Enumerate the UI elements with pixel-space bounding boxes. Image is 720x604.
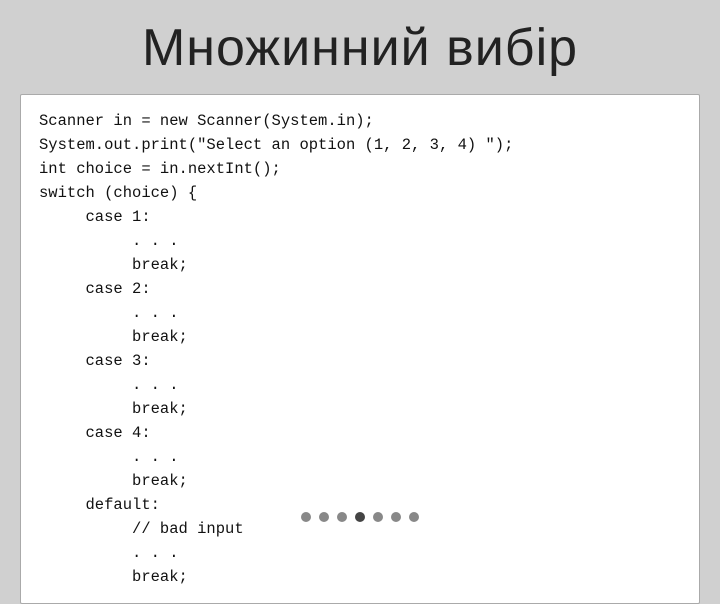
nav-dot-4[interactable] [373,512,383,522]
code-box: Scanner in = new Scanner(System.in); Sys… [20,94,700,604]
nav-dot-3[interactable] [355,512,365,522]
nav-dot-0[interactable] [301,512,311,522]
bottom-dots [301,512,419,522]
nav-dot-5[interactable] [391,512,401,522]
nav-dot-6[interactable] [409,512,419,522]
slide-title: Множинний вибір [30,18,690,78]
nav-dot-1[interactable] [319,512,329,522]
nav-dot-2[interactable] [337,512,347,522]
title-area: Множинний вибір [0,0,720,90]
